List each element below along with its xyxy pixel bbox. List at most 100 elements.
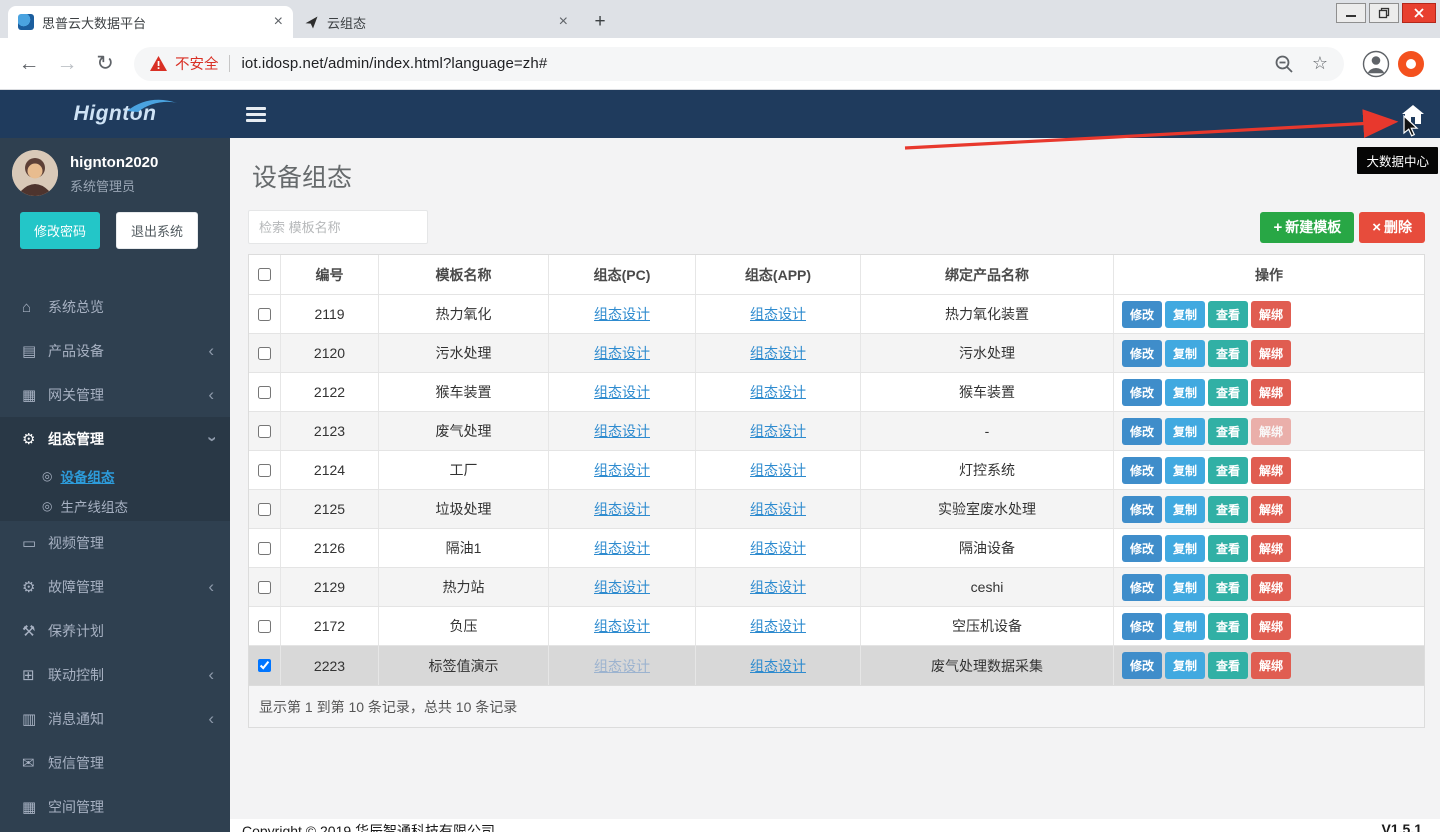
row-checkbox[interactable]: [258, 659, 271, 672]
app-design-link[interactable]: 组态设计: [750, 343, 806, 363]
copy-button[interactable]: 复制: [1165, 457, 1205, 484]
reload-icon[interactable]: ↻: [88, 47, 122, 81]
copy-button[interactable]: 复制: [1165, 574, 1205, 601]
pc-design-link[interactable]: 组态设计: [594, 656, 650, 676]
copy-button[interactable]: 复制: [1165, 301, 1205, 328]
sidebar-item[interactable]: ▭视频管理: [0, 521, 230, 565]
pc-design-link[interactable]: 组态设计: [594, 538, 650, 558]
view-button[interactable]: 查看: [1208, 457, 1248, 484]
sidebar-item[interactable]: ▥消息通知‹: [0, 697, 230, 741]
edit-button[interactable]: 修改: [1122, 418, 1162, 445]
sidebar-item[interactable]: ⚙故障管理‹: [0, 565, 230, 609]
app-design-link[interactable]: 组态设计: [750, 421, 806, 441]
unbind-button[interactable]: 解绑: [1251, 574, 1291, 601]
unbind-button[interactable]: 解绑: [1251, 652, 1291, 679]
unbind-button[interactable]: 解绑: [1251, 496, 1291, 523]
browser-profile-icon[interactable]: [1362, 50, 1390, 78]
view-button[interactable]: 查看: [1208, 613, 1248, 640]
back-icon[interactable]: ←: [12, 47, 46, 81]
row-checkbox[interactable]: [258, 308, 271, 321]
row-checkbox[interactable]: [258, 620, 271, 633]
pc-design-link[interactable]: 组态设计: [594, 616, 650, 636]
copy-button[interactable]: 复制: [1165, 379, 1205, 406]
app-design-link[interactable]: 组态设计: [750, 499, 806, 519]
row-checkbox[interactable]: [258, 347, 271, 360]
app-design-link[interactable]: 组态设计: [750, 460, 806, 480]
copy-button[interactable]: 复制: [1165, 535, 1205, 562]
copy-button[interactable]: 复制: [1165, 418, 1205, 445]
tab-close-icon[interactable]: ×: [274, 14, 283, 30]
edit-button[interactable]: 修改: [1122, 457, 1162, 484]
sidebar-item[interactable]: ⊞联动控制‹: [0, 653, 230, 697]
pc-design-link[interactable]: 组态设计: [594, 382, 650, 402]
copy-button[interactable]: 复制: [1165, 340, 1205, 367]
sidebar-item[interactable]: ⚒保养计划: [0, 609, 230, 653]
sidebar-subitem[interactable]: ◎生产线组态: [0, 491, 230, 521]
edit-button[interactable]: 修改: [1122, 574, 1162, 601]
sidebar-item[interactable]: ⌂系统总览: [0, 285, 230, 329]
row-checkbox[interactable]: [258, 425, 271, 438]
zoom-icon[interactable]: [1274, 54, 1294, 74]
app-design-link[interactable]: 组态设计: [750, 538, 806, 558]
app-design-link[interactable]: 组态设计: [750, 577, 806, 597]
view-button[interactable]: 查看: [1208, 379, 1248, 406]
pc-design-link[interactable]: 组态设计: [594, 577, 650, 597]
app-design-link[interactable]: 组态设计: [750, 656, 806, 676]
edit-button[interactable]: 修改: [1122, 613, 1162, 640]
unbind-button[interactable]: 解绑: [1251, 535, 1291, 562]
copy-button[interactable]: 复制: [1165, 613, 1205, 640]
app-design-link[interactable]: 组态设计: [750, 382, 806, 402]
copy-button[interactable]: 复制: [1165, 496, 1205, 523]
new-template-button[interactable]: + 新建模板: [1260, 212, 1354, 243]
view-button[interactable]: 查看: [1208, 301, 1248, 328]
unbind-button[interactable]: 解绑: [1251, 379, 1291, 406]
unbind-button[interactable]: 解绑: [1251, 301, 1291, 328]
pc-design-link[interactable]: 组态设计: [594, 460, 650, 480]
view-button[interactable]: 查看: [1208, 340, 1248, 367]
unbind-button[interactable]: 解绑: [1251, 340, 1291, 367]
close-button[interactable]: [1402, 3, 1436, 23]
pc-design-link[interactable]: 组态设计: [594, 421, 650, 441]
sidebar-item[interactable]: ▦网关管理‹: [0, 373, 230, 417]
sidebar-item[interactable]: ✉短信管理: [0, 741, 230, 785]
pc-design-link[interactable]: 组态设计: [594, 304, 650, 324]
row-checkbox[interactable]: [258, 542, 271, 555]
logout-button[interactable]: 退出系统: [116, 212, 198, 249]
delete-button[interactable]: × 删除: [1359, 212, 1425, 243]
view-button[interactable]: 查看: [1208, 652, 1248, 679]
tab-platform[interactable]: 思普云大数据平台 ×: [8, 6, 293, 38]
app-design-link[interactable]: 组态设计: [750, 616, 806, 636]
unbind-button[interactable]: 解绑: [1251, 457, 1291, 484]
row-checkbox[interactable]: [258, 386, 271, 399]
edit-button[interactable]: 修改: [1122, 496, 1162, 523]
pc-design-link[interactable]: 组态设计: [594, 499, 650, 519]
bookmark-star-icon[interactable]: ☆: [1312, 53, 1328, 74]
minimize-button[interactable]: [1336, 3, 1366, 23]
pc-design-link[interactable]: 组态设计: [594, 343, 650, 363]
address-bar[interactable]: 不安全 iot.idosp.net/admin/index.html?langu…: [134, 47, 1344, 81]
unbind-button[interactable]: 解绑: [1251, 613, 1291, 640]
sidebar-item[interactable]: ⚙组态管理‹: [0, 417, 230, 461]
copy-button[interactable]: 复制: [1165, 652, 1205, 679]
app-design-link[interactable]: 组态设计: [750, 304, 806, 324]
change-password-button[interactable]: 修改密码: [20, 212, 100, 249]
restore-button[interactable]: [1369, 3, 1399, 23]
row-checkbox[interactable]: [258, 464, 271, 477]
sidebar-subitem[interactable]: ◎设备组态: [0, 461, 230, 491]
tab-cloud-config[interactable]: 云组态 ×: [293, 6, 578, 38]
sidebar-item[interactable]: ▦空间管理: [0, 785, 230, 829]
view-button[interactable]: 查看: [1208, 496, 1248, 523]
edit-button[interactable]: 修改: [1122, 340, 1162, 367]
new-tab-button[interactable]: +: [586, 8, 614, 36]
view-button[interactable]: 查看: [1208, 574, 1248, 601]
edit-button[interactable]: 修改: [1122, 301, 1162, 328]
forward-icon[interactable]: →: [50, 47, 84, 81]
unbind-button[interactable]: 解绑: [1251, 418, 1291, 445]
menu-toggle-icon[interactable]: [246, 107, 266, 122]
edit-button[interactable]: 修改: [1122, 379, 1162, 406]
search-input[interactable]: [248, 210, 428, 244]
view-button[interactable]: 查看: [1208, 535, 1248, 562]
tab-close-icon[interactable]: ×: [559, 14, 568, 30]
select-all-checkbox[interactable]: [258, 268, 271, 281]
row-checkbox[interactable]: [258, 581, 271, 594]
